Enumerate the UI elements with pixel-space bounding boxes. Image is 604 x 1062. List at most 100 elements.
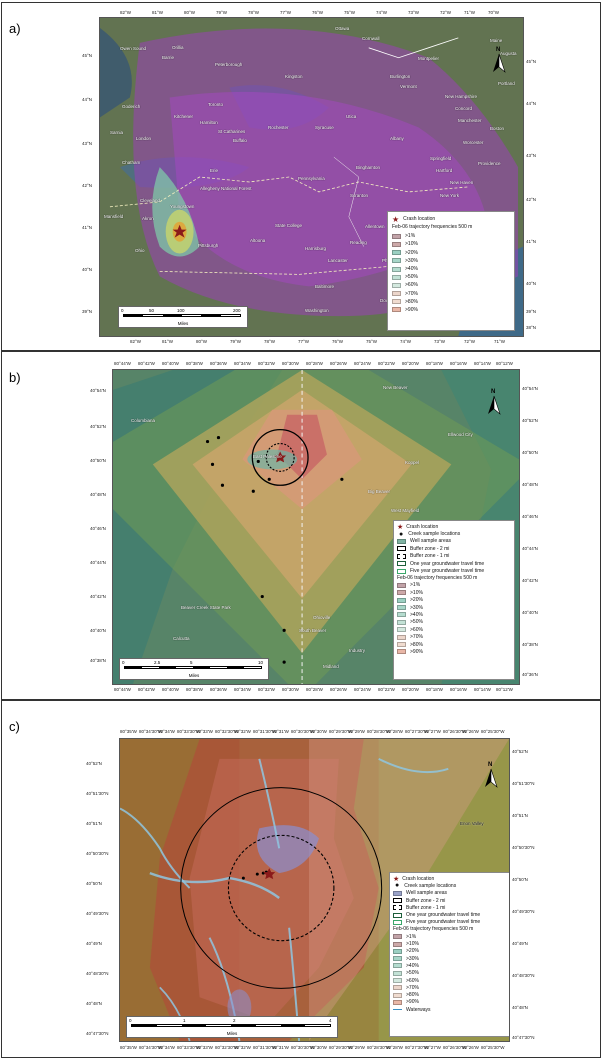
legend-bin: >40% — [392, 265, 510, 273]
legend-bin: >50% — [392, 273, 510, 281]
legend-swatch — [392, 299, 401, 305]
place-label: Maine — [490, 38, 503, 43]
legend-title: Feb-06 trajectory frequencies 500 m — [393, 926, 474, 933]
panel-c-label: c) — [9, 719, 20, 734]
legend-buffer2: Buffer zone - 2 mi — [397, 545, 511, 552]
legend-bin: >30% — [393, 955, 507, 962]
legend-bin: >40% — [393, 962, 507, 969]
place-label: Providence — [478, 161, 501, 166]
place-label: Binghamton — [356, 165, 381, 170]
legend-bin: >70% — [392, 290, 510, 298]
place-label: Columbiana — [131, 418, 156, 423]
place-label: Midland — [323, 664, 339, 669]
place-label: Toronto — [208, 102, 224, 107]
star-icon: ★ — [397, 523, 404, 531]
place-label: Calcutta — [173, 636, 190, 641]
regional-map[interactable]: Owen Sound Barrie Orillia Peterborough K… — [99, 17, 524, 337]
place-label: Mansfield — [104, 214, 124, 219]
place-label: Portland — [498, 81, 515, 86]
legend-swatch — [392, 266, 401, 272]
place-label: Ellwood City — [448, 432, 473, 437]
legend-five-year: Five year groundwater travel time — [397, 567, 511, 574]
place-label: State College — [275, 223, 303, 228]
north-arrow-icon: N — [485, 389, 503, 416]
place-label: South Beaver — [299, 628, 327, 633]
legend-bin: >10% — [392, 240, 510, 248]
place-label: Pittsburgh — [198, 243, 219, 248]
scale-bar: 0 50 100 200 Miles — [118, 306, 248, 328]
place-label: St Catharines — [218, 129, 246, 134]
place-label: Albany — [390, 136, 404, 141]
legend-bin: >90% — [392, 306, 510, 314]
legend-swatch — [392, 291, 401, 297]
panel-c: c) Enon Valley N ★ Crash location ● Cree… — [1, 700, 601, 1058]
legend-crash: ★ Crash location — [397, 523, 439, 531]
place-label: Harrisburg — [305, 246, 327, 251]
place-label: New York — [440, 193, 460, 198]
legend-crash: ★ Crash location — [392, 214, 436, 224]
panel-b: b) Columbiana East Palestine New Beaver … — [1, 351, 601, 700]
place-label: Syracuse — [315, 125, 334, 130]
local-map[interactable]: Columbiana East Palestine New Beaver Ell… — [112, 369, 520, 685]
place-label: Cornwall — [362, 36, 380, 41]
place-label: Goderich — [122, 104, 141, 109]
place-label: New Beaver — [383, 385, 408, 390]
place-label: Springfield — [430, 156, 452, 161]
legend-bin: >30% — [397, 604, 511, 611]
legend-bin: >90% — [397, 648, 511, 655]
legend-bin: >10% — [393, 940, 507, 947]
legend-swatch — [392, 250, 401, 256]
legend-bin: >80% — [393, 991, 507, 998]
place-label: Pennsylvania — [298, 176, 325, 181]
place-label: Kingston — [285, 74, 303, 79]
place-label: Utica — [346, 114, 357, 119]
legend-bin: >80% — [397, 641, 511, 648]
legend-bin: >80% — [392, 298, 510, 306]
map-legend: ★ Crash location ● Creek sample locations … — [393, 520, 515, 680]
place-label: Ohioville — [313, 615, 331, 620]
dot-icon: ● — [395, 882, 400, 890]
legend-bin: >20% — [397, 597, 511, 604]
place-label: Allegheny National Forest — [200, 186, 252, 191]
place-label: Lancaster — [328, 258, 348, 263]
place-label: East Palestine — [253, 454, 282, 459]
place-label: Altoona — [250, 238, 266, 243]
legend-bin: >60% — [397, 626, 511, 633]
place-label: Concord — [455, 106, 473, 111]
legend-bin: >70% — [397, 633, 511, 640]
legend-bin: >10% — [397, 589, 511, 596]
place-label: Owen Sound — [120, 46, 147, 51]
place-label: Beaver Creek State Park — [181, 605, 231, 610]
legend-swatch — [392, 282, 401, 288]
place-label: New Haven — [450, 180, 474, 185]
place-label: Boston — [490, 126, 505, 131]
panel-b-label: b) — [9, 370, 21, 385]
legend-title: Feb-06 trajectory frequencies 500 m — [397, 574, 478, 581]
legend-bin: >20% — [393, 948, 507, 955]
panel-a-label: a) — [9, 21, 21, 36]
place-label: Ohio — [135, 248, 145, 253]
legend-bin: >30% — [392, 257, 510, 265]
place-label: Burlington — [390, 74, 411, 79]
legend-bin: >90% — [393, 999, 507, 1006]
place-label: Hamilton — [200, 120, 218, 125]
place-label: Sarnia — [110, 130, 124, 135]
legend-waterways: Waterways — [393, 1006, 507, 1013]
place-label: Buffalo — [233, 138, 247, 143]
legend-bin: >50% — [397, 619, 511, 626]
legend-bin: >40% — [397, 611, 511, 618]
legend-well: Well sample areas — [393, 890, 507, 897]
scale-bar: 0 1 2 4 Miles — [126, 1016, 338, 1038]
legend-swatch — [392, 241, 401, 247]
well-sample-area — [247, 449, 298, 470]
site-map[interactable]: Enon Valley N ★ Crash location ● Creek sam… — [119, 738, 510, 1042]
place-label: Enon Valley — [460, 821, 484, 826]
legend-swatch — [392, 274, 401, 280]
legend-bin: >50% — [393, 970, 507, 977]
place-label: Rochester — [268, 125, 289, 130]
legend-creek: ● Creek sample locations — [395, 882, 457, 890]
place-label: Orillia — [172, 45, 184, 50]
place-label: Barrie — [162, 55, 175, 60]
place-label: Erie — [210, 168, 219, 173]
legend-bin: >1% — [397, 582, 511, 589]
